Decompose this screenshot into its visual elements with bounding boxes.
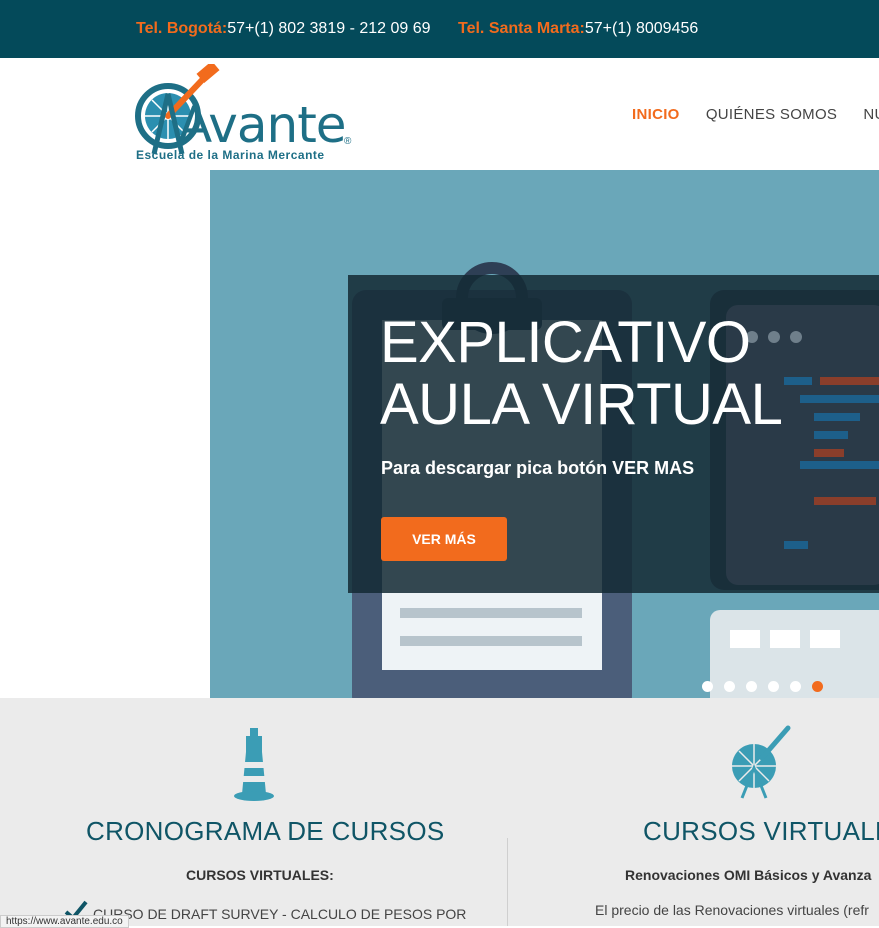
avante-logo[interactable]: Avante ® Escuela de la Marina Mercante xyxy=(134,64,360,164)
browser-status-url: https://www.avante.edu.co xyxy=(0,915,129,928)
logo-wordmark: Avante xyxy=(178,96,347,154)
hero-title-line-2: AULA VIRTUAL xyxy=(380,372,783,437)
hero-title: EXPLICATIVO AULA VIRTUAL xyxy=(380,310,783,437)
site-header: Avante ® Escuela de la Marina Mercante I… xyxy=(0,58,879,170)
features-section: CRONOGRAMA DE CURSOS CURSOS VIRTUALES: C… xyxy=(0,698,879,926)
nav-item-quienes-somos[interactable]: QUIÉNES SOMOS xyxy=(706,106,837,123)
hero-slider[interactable]: EXPLICATIVO AULA VIRTUAL Para descargar … xyxy=(210,170,879,698)
slider-dot-6-active[interactable] xyxy=(812,681,823,692)
lighthouse-icon xyxy=(234,728,274,801)
phone-santa-marta-number[interactable]: 57+(1) 8009456 xyxy=(585,20,698,37)
column-divider xyxy=(507,838,508,926)
ship-wheel-icon xyxy=(732,725,791,799)
slider-dot-5[interactable] xyxy=(790,681,801,692)
cronograma-title[interactable]: CRONOGRAMA DE CURSOS xyxy=(86,816,445,847)
hero-subtitle: Para descargar pica botón VER MAS xyxy=(381,458,695,478)
slider-dot-3[interactable] xyxy=(746,681,757,692)
phone-bogota-label: Tel. Bogotá: xyxy=(136,20,228,37)
cronograma-subtitle: CURSOS VIRTUALES: xyxy=(186,867,334,883)
cursos-virtuales-title[interactable]: CURSOS VIRTUALES xyxy=(643,816,879,847)
slider-dot-2[interactable] xyxy=(724,681,735,692)
phone-santa-marta-label: Tel. Santa Marta: xyxy=(458,20,585,37)
hero-title-line-1: EXPLICATIVO xyxy=(380,310,751,375)
main-nav: INICIO QUIÉNES SOMOS NUE xyxy=(632,106,879,123)
nav-item-nuestros[interactable]: NUE xyxy=(863,106,879,123)
logo-tagline: Escuela de la Marina Mercante xyxy=(136,148,325,162)
ver-mas-button[interactable]: VER MÁS xyxy=(381,517,507,561)
slider-dot-1[interactable] xyxy=(702,681,713,692)
renovaciones-text: El precio de las Renovaciones virtuales … xyxy=(595,902,869,918)
phone-santa-marta: Tel. Santa Marta:57+(1) 8009456 xyxy=(458,20,698,38)
nav-item-inicio[interactable]: INICIO xyxy=(632,106,680,123)
renovaciones-subtitle: Renovaciones OMI Básicos y Avanza xyxy=(625,867,872,883)
top-contact-bar: Tel. Bogotá:57+(1) 802 3819 - 212 09 69 … xyxy=(0,0,879,58)
registered-mark: ® xyxy=(344,136,352,147)
phone-bogota: Tel. Bogotá:57+(1) 802 3819 - 212 09 69 xyxy=(136,20,431,38)
slider-dot-4[interactable] xyxy=(768,681,779,692)
course-list-item[interactable]: CURSO DE DRAFT SURVEY - CALCULO DE PESOS… xyxy=(93,906,466,922)
slider-pagination xyxy=(702,679,834,697)
phone-bogota-number[interactable]: 57+(1) 802 3819 - 212 09 69 xyxy=(227,20,430,37)
